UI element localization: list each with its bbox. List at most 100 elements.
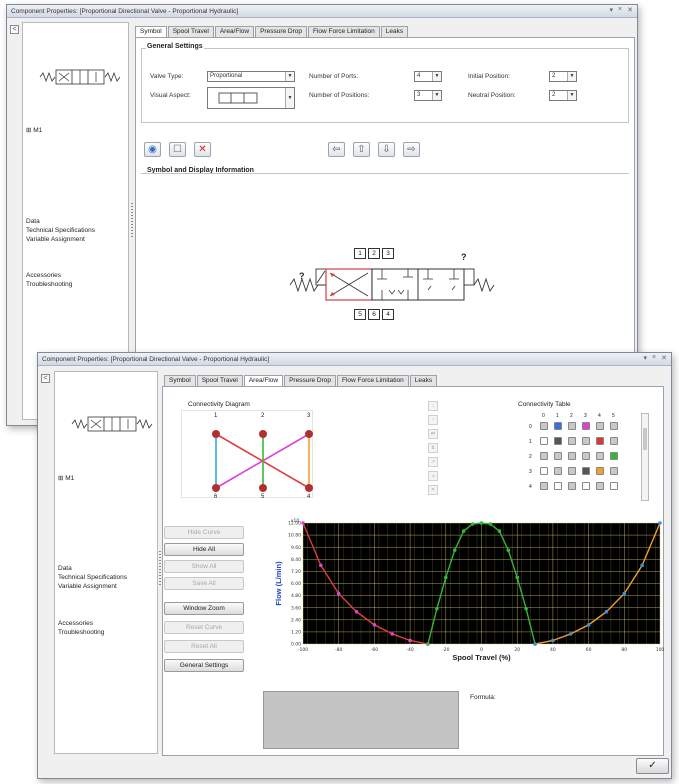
title-bar[interactable]: Component Properties: [Proportional Dire…	[7, 5, 637, 18]
nav-data[interactable]: Data	[58, 564, 72, 573]
series-point[interactable]	[470, 522, 475, 526]
connectivity-cell[interactable]	[540, 482, 548, 490]
connectivity-cell[interactable]	[610, 482, 618, 490]
connectivity-cell[interactable]	[596, 452, 604, 460]
nav-technical-specifications[interactable]: Technical Specifications	[26, 226, 95, 235]
connection-tool-button[interactable]: ↗	[428, 457, 438, 467]
connection-tool-button[interactable]: ↘	[428, 471, 438, 481]
series-point[interactable]	[444, 575, 448, 580]
series-point[interactable]	[301, 521, 305, 525]
ok-button[interactable]: ✓	[636, 758, 669, 774]
series-point[interactable]	[622, 591, 627, 596]
series-point[interactable]	[604, 609, 609, 614]
series-point[interactable]	[372, 623, 377, 627]
connectivity-cell[interactable]	[554, 452, 562, 460]
series-point[interactable]	[568, 632, 573, 636]
number-of-ports-select[interactable]: 4 ▼	[414, 71, 442, 82]
reset-curve-button[interactable]: Reset Curve	[164, 621, 244, 634]
series-point[interactable]	[524, 606, 528, 611]
close-icon[interactable]: ✕	[661, 354, 667, 362]
panel-splitter[interactable]	[131, 203, 133, 237]
tree-item-m1[interactable]: ⊞ M1	[26, 126, 42, 135]
tab-leaks[interactable]: Leaks	[380, 26, 409, 37]
connectivity-cell[interactable]	[554, 482, 562, 490]
series-point[interactable]	[408, 638, 412, 643]
nav-troubleshooting[interactable]: Troubleshooting	[26, 280, 72, 289]
connectivity-cell[interactable]	[596, 437, 604, 445]
connectivity-cell[interactable]	[540, 452, 548, 460]
dropdown-icon[interactable]: ▾	[644, 354, 648, 362]
series-point[interactable]	[658, 521, 662, 525]
arrow-right-icon[interactable]: ⇨	[403, 142, 420, 157]
connectivity-cell[interactable]	[540, 467, 548, 475]
reset-all-button[interactable]: Reset All	[164, 640, 244, 653]
connectivity-cell[interactable]	[610, 422, 618, 430]
neutral-position-select[interactable]: 2 ▼	[549, 90, 577, 101]
series-point[interactable]	[551, 638, 555, 643]
hide-curve-button[interactable]: Hide Curve	[164, 526, 244, 539]
connectivity-cell[interactable]	[610, 467, 618, 475]
series-point[interactable]	[506, 548, 511, 553]
connectivity-cell[interactable]	[568, 422, 576, 430]
connectivity-cell[interactable]	[568, 467, 576, 475]
flow-chart[interactable]: -100 -80 -60 -40 -20 0 20 40 60 80 1000.001.202.40…	[248, 517, 670, 687]
connection-tool-button[interactable]: ⇄	[428, 429, 438, 439]
connectivity-cell[interactable]	[554, 437, 562, 445]
tab-flow-force-limitation[interactable]: Flow Force Limitation	[337, 375, 409, 386]
pin-icon[interactable]: ×	[618, 6, 622, 14]
series-point[interactable]	[488, 522, 493, 526]
collapse-panel-button[interactable]: <	[41, 374, 50, 383]
number-of-positions-select[interactable]: 3 ▼	[414, 90, 442, 101]
series-point[interactable]	[479, 521, 484, 525]
series-point[interactable]	[390, 632, 395, 636]
visual-aspect-select[interactable]: ▼	[207, 87, 295, 109]
connection-tool-button[interactable]: ⇅	[428, 443, 438, 453]
series-point[interactable]	[336, 591, 341, 596]
eye-view-button[interactable]: ◉	[144, 142, 161, 157]
series-point[interactable]	[497, 529, 502, 533]
save-all-button[interactable]: Save All	[164, 577, 244, 590]
series-point[interactable]	[461, 529, 466, 533]
series-point[interactable]	[640, 563, 644, 568]
nav-troubleshooting[interactable]: Troubleshooting	[58, 628, 104, 637]
connectivity-cell[interactable]	[540, 437, 548, 445]
connectivity-cell[interactable]	[568, 452, 576, 460]
hide-all-button[interactable]: Hide All	[164, 543, 244, 556]
connectivity-cell[interactable]	[554, 467, 562, 475]
show-all-button[interactable]: Show All	[164, 560, 244, 573]
nav-data[interactable]: Data	[26, 217, 40, 226]
arrow-up-icon[interactable]: ⇧	[353, 142, 370, 157]
tab-symbol[interactable]: Symbol	[164, 375, 196, 386]
blank-symbol-button[interactable]: ☐	[169, 142, 186, 157]
connectivity-cell[interactable]	[582, 437, 590, 445]
table-scrollbar[interactable]	[641, 413, 649, 501]
nav-technical-specifications[interactable]: Technical Specifications	[58, 573, 127, 582]
arrow-left-icon[interactable]: ⇦	[328, 142, 345, 157]
connectivity-cell[interactable]	[554, 422, 562, 430]
connectivity-cell[interactable]	[582, 467, 590, 475]
connectivity-cell[interactable]	[596, 482, 604, 490]
tree-item-m1[interactable]: ⊞ M1	[58, 474, 74, 483]
nav-variable-assignment[interactable]: Variable Assignment	[58, 582, 117, 591]
nav-accessories[interactable]: Accessories	[26, 271, 61, 280]
series-point[interactable]	[515, 575, 519, 580]
series-point[interactable]	[426, 642, 430, 646]
tab-area-flow[interactable]: Area/Flow	[214, 26, 255, 37]
connectivity-cell[interactable]	[596, 422, 604, 430]
tab-spool-travel[interactable]: Spool Travel	[196, 375, 243, 386]
nav-variable-assignment[interactable]: Variable Assignment	[26, 235, 85, 244]
series-point[interactable]	[533, 642, 537, 646]
connection-tool-button[interactable]: ↑	[428, 415, 438, 425]
close-icon[interactable]: ✕	[627, 6, 633, 14]
connection-tool-button[interactable]: ✕	[428, 485, 438, 495]
connectivity-cell[interactable]	[582, 482, 590, 490]
delete-button[interactable]: ✕	[194, 142, 211, 157]
window-zoom-button[interactable]: Window Zoom	[164, 602, 244, 615]
connectivity-cell[interactable]	[568, 482, 576, 490]
collapse-panel-button[interactable]: <	[10, 25, 19, 34]
scroll-thumb[interactable]	[643, 428, 647, 450]
tab-spool-travel[interactable]: Spool Travel	[167, 26, 214, 37]
panel-splitter[interactable]	[159, 551, 161, 587]
connectivity-cell[interactable]	[596, 467, 604, 475]
tab-pressure-drop[interactable]: Pressure Drop	[284, 375, 336, 386]
